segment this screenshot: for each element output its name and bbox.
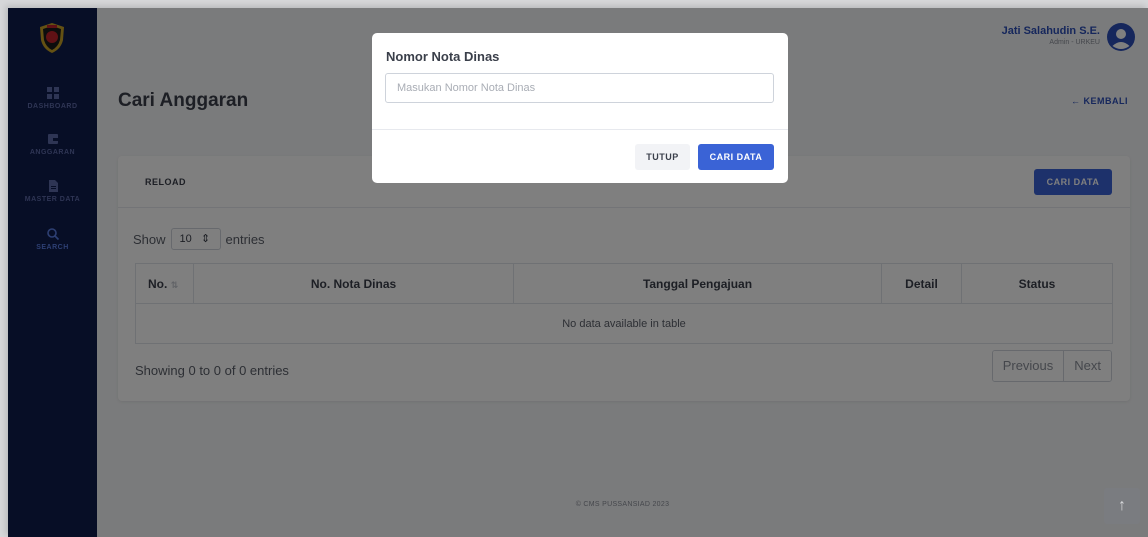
nota-dinas-input[interactable] bbox=[385, 73, 774, 103]
modal-title: Nomor Nota Dinas bbox=[386, 49, 500, 64]
close-modal-button[interactable]: TUTUP bbox=[635, 144, 690, 170]
scroll-to-top-button[interactable]: ↑ bbox=[1104, 488, 1140, 524]
modal-search-button[interactable]: CARI DATA bbox=[698, 144, 774, 170]
app-frame: DASHBOARD ANGGARAN MASTER DATA SEARCH bbox=[8, 8, 1148, 537]
modal-divider bbox=[372, 129, 788, 130]
search-modal: Nomor Nota Dinas TUTUP CARI DATA bbox=[372, 33, 788, 183]
arrow-up-icon: ↑ bbox=[1118, 497, 1126, 514]
